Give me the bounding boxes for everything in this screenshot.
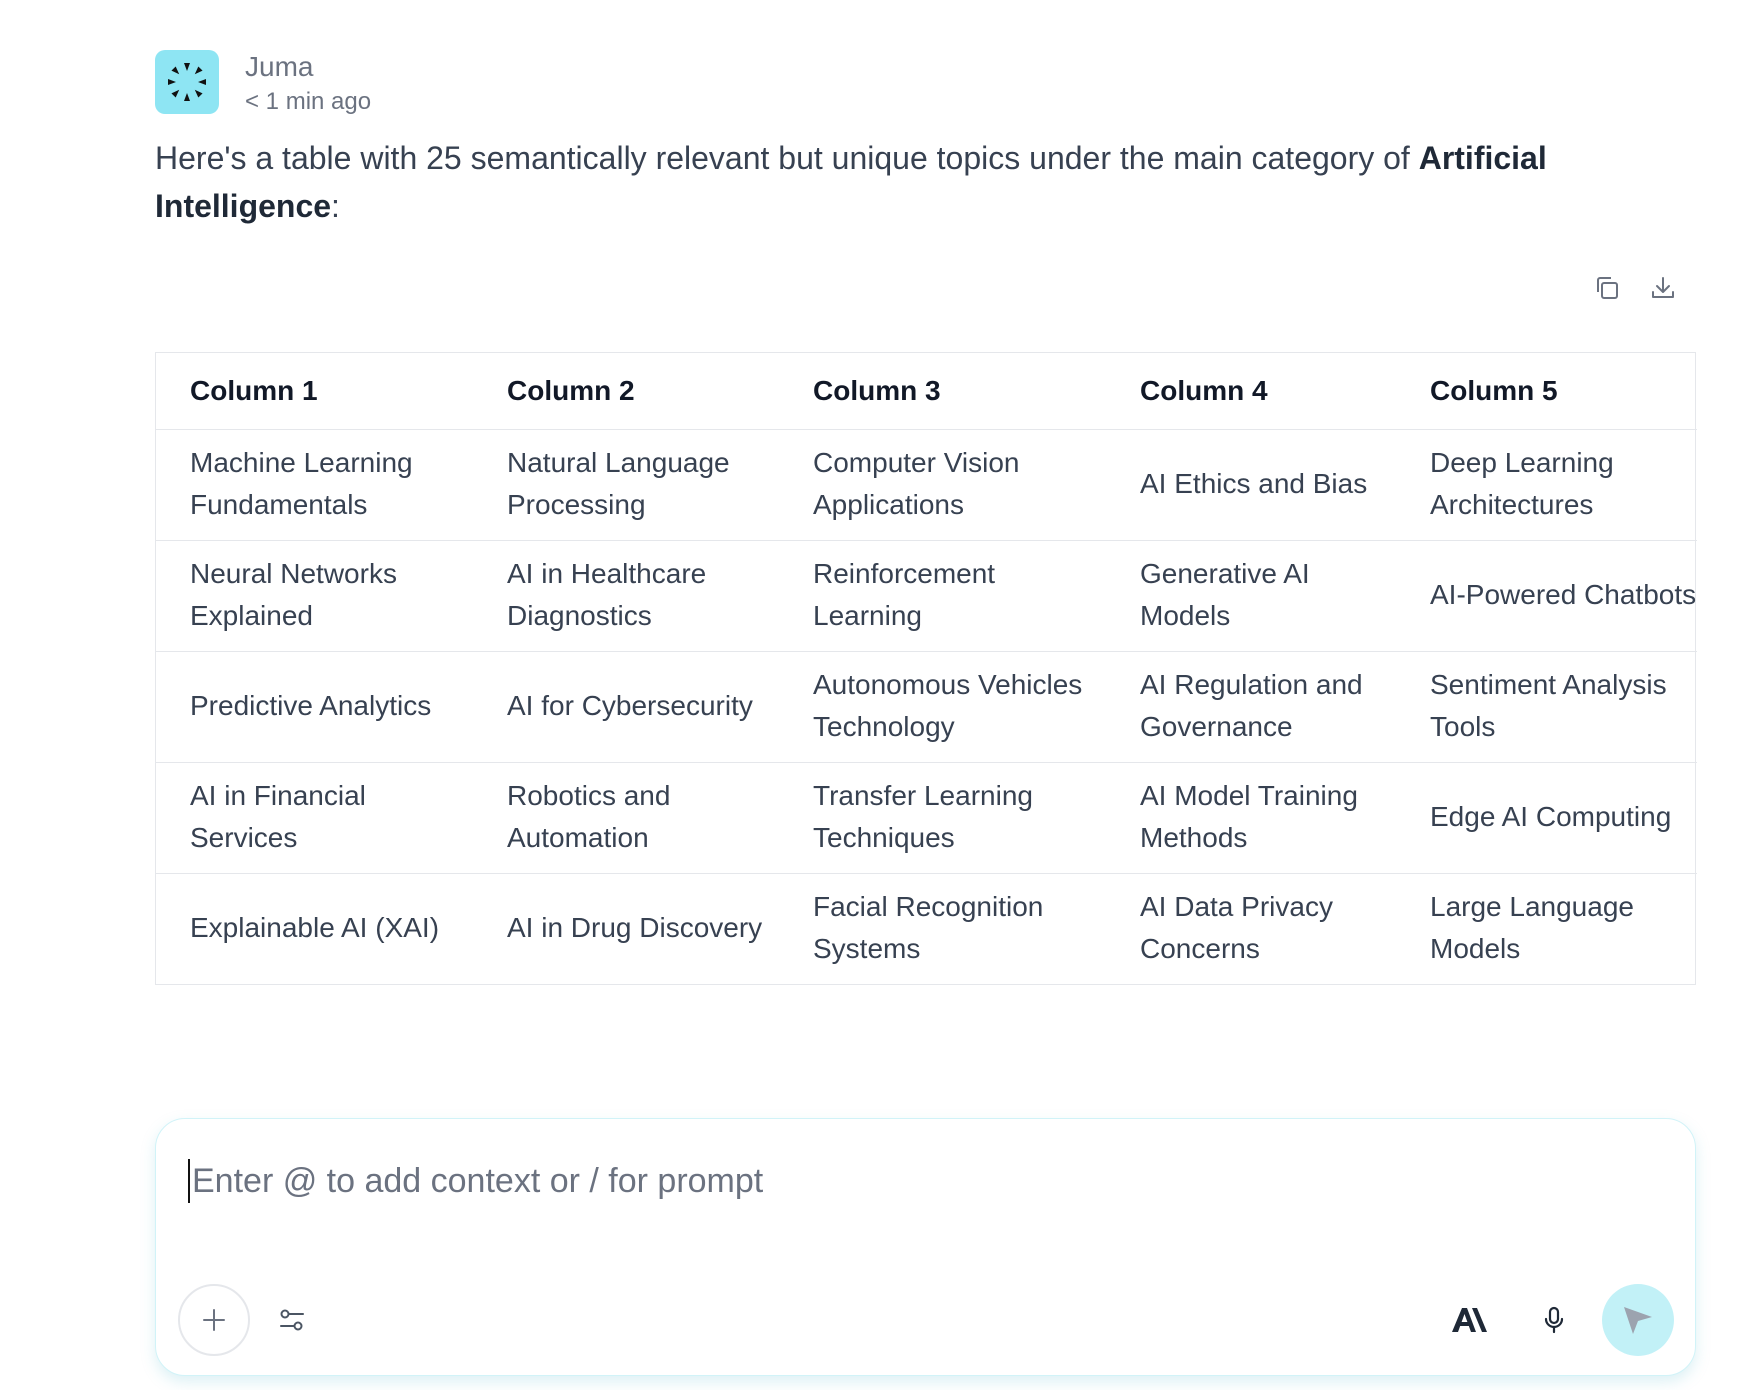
table-cell: AI in Drug Discovery [507,911,763,943]
table-cell: Sentiment Analysis Tools [1396,651,1697,763]
table-row: Explainable AI (XAI) AI in Drug Discover… [156,873,1697,984]
table-cell: Natural Language Processing [473,429,779,541]
download-icon [1652,277,1674,298]
microphone-button[interactable] [1518,1284,1590,1356]
message-meta: Juma < 1 min ago [245,50,371,118]
sliders-icon [280,1309,304,1331]
table-row: Machine Learning Fundamentals Natural La… [156,429,1697,541]
starburst-logo-icon [168,63,206,101]
table-row: AI in Financial Services Robotics and Au… [156,762,1697,874]
table-cell: Generative AI Models [1106,540,1396,652]
send-icon [1624,1307,1652,1334]
column-header: Column 3 [779,353,1106,430]
table-cell: Neural Networks Explained [156,540,473,652]
add-button[interactable] [178,1284,250,1356]
table-cell: Autonomous Vehicles Technology [779,651,1106,763]
send-button[interactable] [1602,1284,1674,1356]
anthropic-logo-icon [1452,1308,1487,1332]
column-header: Column 1 [156,353,473,430]
table-cell: Computer Vision Applications [779,429,1106,541]
table-cell: AI in Healthcare Diagnostics [473,540,779,652]
table-row: Predictive Analytics AI for Cybersecurit… [156,651,1697,763]
message-text-intro: Here's a table with 25 semantically rele… [155,140,1419,176]
table-cell: AI Data Privacy Concerns [1140,890,1333,964]
message-text: Here's a table with 25 semantically rele… [155,134,1675,230]
sender-name: Juma [245,51,314,82]
table-cell: AI in Financial Services [156,762,473,874]
copy-icon [1597,277,1618,299]
table-cell: AI Ethics and Bias [1106,429,1396,541]
message-header: Juma < 1 min ago [155,50,371,118]
table-cell: AI for Cybersecurity [473,651,779,763]
message-timestamp: < 1 min ago [245,88,372,115]
table-cell: Transfer Learning Techniques [779,762,1106,874]
prompt-settings-button[interactable] [256,1284,328,1356]
table-cell: Explainable AI (XAI) [190,911,440,943]
plus-icon [203,1309,225,1331]
table-cell: AI Regulation and Governance [1106,651,1396,763]
table-toolbar [1592,272,1678,304]
table-cell: Reinforcement Learning [779,540,1106,652]
model-selector-button[interactable] [1434,1284,1506,1356]
table-cell: Robotics and Automation [473,762,779,874]
column-header: Column 4 [1106,353,1396,430]
table-cell: Large Language Models [1430,890,1634,964]
table-row: Neural Networks Explained AI in Healthca… [156,540,1697,652]
table-cell: Facial Recognition Systems [813,890,1044,964]
table-cell: AI Model Training Methods [1106,762,1396,874]
table-cell: Edge AI Computing [1396,762,1697,874]
copy-button[interactable] [1592,272,1622,304]
download-button[interactable] [1648,272,1678,304]
message-composer [155,1118,1696,1376]
column-header: Column 2 [473,353,779,430]
table-cell: AI-Powered Chatbots [1396,540,1697,652]
avatar [155,50,219,114]
table-header-row: Column 1 Column 2 Column 3 Column 4 Colu… [156,353,1697,430]
topics-table: Column 1 Column 2 Column 3 Column 4 Colu… [155,352,1697,985]
table-cell: Predictive Analytics [156,651,473,763]
microphone-icon [1544,1306,1564,1334]
table-cell: Deep Learning Architectures [1396,429,1697,541]
message-text-end: : [331,188,340,224]
table-cell: Machine Learning Fundamentals [156,429,473,541]
column-header: Column 5 [1396,353,1697,430]
prompt-input[interactable] [188,1159,1588,1203]
